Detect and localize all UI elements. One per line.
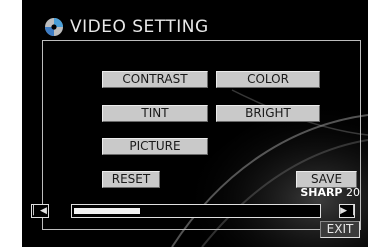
disc-icon — [45, 18, 63, 36]
slider-fill — [74, 208, 140, 214]
skip-forward-icon[interactable]: ▶▕ — [339, 204, 355, 218]
tint-button[interactable]: TINT — [102, 105, 208, 122]
contrast-button[interactable]: CONTRAST — [102, 71, 208, 88]
slider-track[interactable] — [71, 204, 321, 218]
picture-button[interactable]: PICTURE — [102, 138, 208, 155]
value-readout: SHARP 20 — [300, 186, 360, 199]
exit-button[interactable]: EXIT — [320, 221, 360, 238]
title-bar: VIDEO SETTING — [44, 14, 209, 40]
setting-label: SHARP — [300, 186, 343, 199]
skip-back-icon[interactable]: ▏◀ — [31, 204, 49, 218]
reset-button[interactable]: RESET — [102, 171, 160, 188]
settings-panel — [42, 40, 361, 230]
bright-button[interactable]: BRIGHT — [216, 105, 320, 122]
page-title: VIDEO SETTING — [70, 17, 209, 37]
adjust-slider: ▏◀ ▶▕ — [31, 204, 355, 218]
setting-value: 20 — [346, 186, 360, 199]
color-button[interactable]: COLOR — [216, 71, 320, 88]
